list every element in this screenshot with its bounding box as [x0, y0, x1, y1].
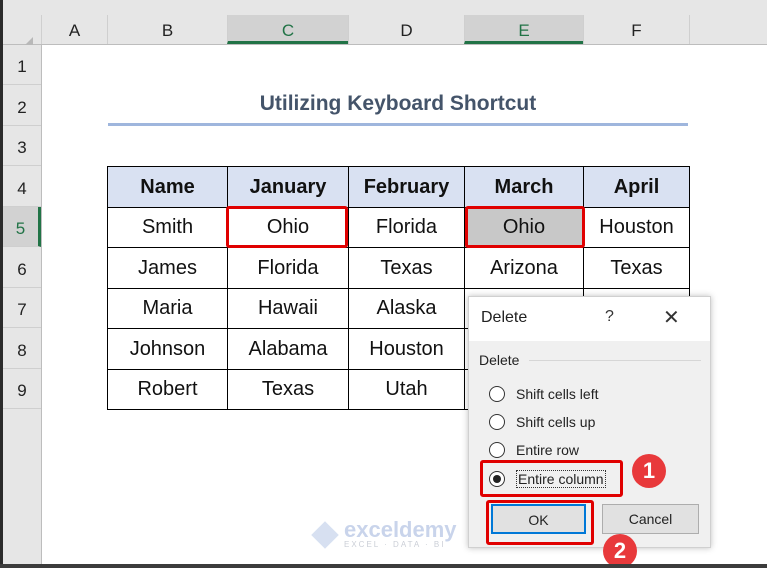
option-label: Shift cells up [516, 414, 596, 430]
row-header-2[interactable]: 2 [3, 85, 41, 126]
option-label: Shift cells left [516, 386, 599, 402]
select-all-corner[interactable] [3, 15, 41, 55]
table-cell[interactable]: Houston [348, 328, 465, 370]
table-cell[interactable]: Houston [583, 207, 690, 248]
group-label: Delete [479, 352, 520, 368]
option-shift-cells-up[interactable]: Shift cells up [489, 412, 595, 432]
table-cell[interactable]: Texas [227, 369, 349, 410]
table-cell[interactable]: Texas [348, 247, 465, 289]
row-header-7[interactable]: 7 [3, 288, 41, 328]
option-label: Entire row [516, 442, 580, 458]
watermark-name: exceldemy [344, 517, 457, 542]
column-header-next[interactable] [689, 15, 767, 44]
header-cell-january[interactable]: January [227, 166, 349, 208]
row-header-3[interactable]: 3 [3, 126, 41, 166]
table-row: Smith Ohio Florida Ohio Houston [107, 207, 690, 248]
table-cell[interactable]: Florida [227, 247, 349, 289]
sheet-title: Utilizing Keyboard Shortcut [259, 92, 537, 115]
group-divider [529, 360, 701, 361]
step-badge-1: 1 [632, 454, 666, 488]
highlight-box-entire-column [480, 460, 623, 497]
option-shift-cells-left[interactable]: Shift cells left [489, 384, 598, 404]
table-cell[interactable]: Alaska [348, 288, 465, 329]
watermark: exceldemy EXCEL · DATA · BI [311, 517, 457, 549]
option-entire-row[interactable]: Entire row [489, 440, 579, 460]
row-header-8[interactable]: 8 [3, 328, 41, 369]
table-cell[interactable]: Florida [348, 207, 465, 248]
help-icon[interactable]: ? [605, 308, 614, 326]
dialog-title: Delete [481, 309, 528, 326]
close-icon[interactable]: ✕ [663, 305, 680, 330]
row-header-5[interactable]: 5 [3, 207, 41, 247]
table-row: James Florida Texas Arizona Texas [107, 247, 690, 289]
title-underline [108, 123, 688, 126]
table-cell[interactable]: Johnson [107, 328, 228, 370]
table-cell[interactable]: Arizona [464, 247, 584, 289]
radio-icon[interactable] [489, 442, 505, 458]
column-header-e[interactable]: E [464, 15, 583, 44]
dialog-titlebar[interactable]: Delete ? ✕ [469, 297, 710, 341]
table-cell[interactable]: Texas [583, 247, 690, 289]
highlight-box-ok [486, 500, 594, 545]
table-header-row: Name January February March April [107, 166, 690, 208]
window-bottom-edge [0, 564, 767, 568]
column-header-d[interactable]: D [348, 15, 464, 44]
highlight-box-c5 [226, 206, 348, 248]
table-cell[interactable]: Alabama [227, 328, 349, 370]
column-header-a[interactable]: A [41, 15, 107, 44]
header-cell-name[interactable]: Name [107, 166, 228, 208]
table-cell[interactable]: Robert [107, 369, 228, 410]
watermark-tagline: EXCEL · DATA · BI [344, 540, 446, 549]
row-header-4[interactable]: 4 [3, 166, 41, 207]
header-cell-february[interactable]: February [348, 166, 465, 208]
radio-icon[interactable] [489, 414, 505, 430]
table-cell[interactable]: Smith [107, 207, 228, 248]
step-badge-2: 2 [603, 534, 637, 568]
column-header-c[interactable]: C [227, 15, 348, 44]
row-header-9[interactable]: 9 [3, 369, 41, 409]
table-cell[interactable]: Maria [107, 288, 228, 329]
table-cell[interactable]: Utah [348, 369, 465, 410]
highlight-box-e5 [465, 206, 585, 248]
cancel-button[interactable]: Cancel [602, 504, 699, 534]
exceldemy-logo-icon [311, 520, 339, 549]
header-cell-march[interactable]: March [464, 166, 584, 208]
radio-icon[interactable] [489, 386, 505, 402]
header-cell-april[interactable]: April [583, 166, 690, 208]
table-cell[interactable]: Hawaii [227, 288, 349, 329]
row-header-6[interactable]: 6 [3, 247, 41, 288]
column-header-b[interactable]: B [107, 15, 227, 44]
spreadsheet-window: A B C D E F 1 2 3 4 5 6 7 8 9 Utilizing … [0, 0, 767, 568]
table-cell[interactable]: James [107, 247, 228, 289]
row-header-1[interactable]: 1 [3, 45, 41, 85]
column-header-f[interactable]: F [583, 15, 689, 44]
